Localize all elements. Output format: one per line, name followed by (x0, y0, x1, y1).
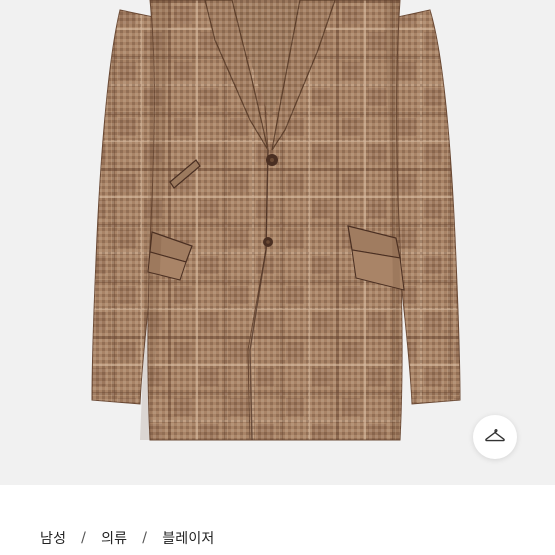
breadcrumb-separator: / (81, 530, 87, 546)
breadcrumb-separator: / (142, 530, 148, 546)
breadcrumb-item-clothing[interactable]: 의류 (101, 528, 127, 548)
product-image[interactable] (0, 0, 555, 485)
product-page: 남성 / 의류 / 블레이저 (0, 0, 555, 555)
breadcrumb-item-men[interactable]: 남성 (40, 528, 66, 548)
breadcrumb: 남성 / 의류 / 블레이저 (40, 528, 215, 548)
breadcrumb-item-blazer[interactable]: 블레이저 (162, 528, 214, 548)
blazer-illustration (91, 0, 461, 441)
hanger-icon (485, 429, 505, 442)
hanger-button[interactable] (473, 415, 517, 459)
